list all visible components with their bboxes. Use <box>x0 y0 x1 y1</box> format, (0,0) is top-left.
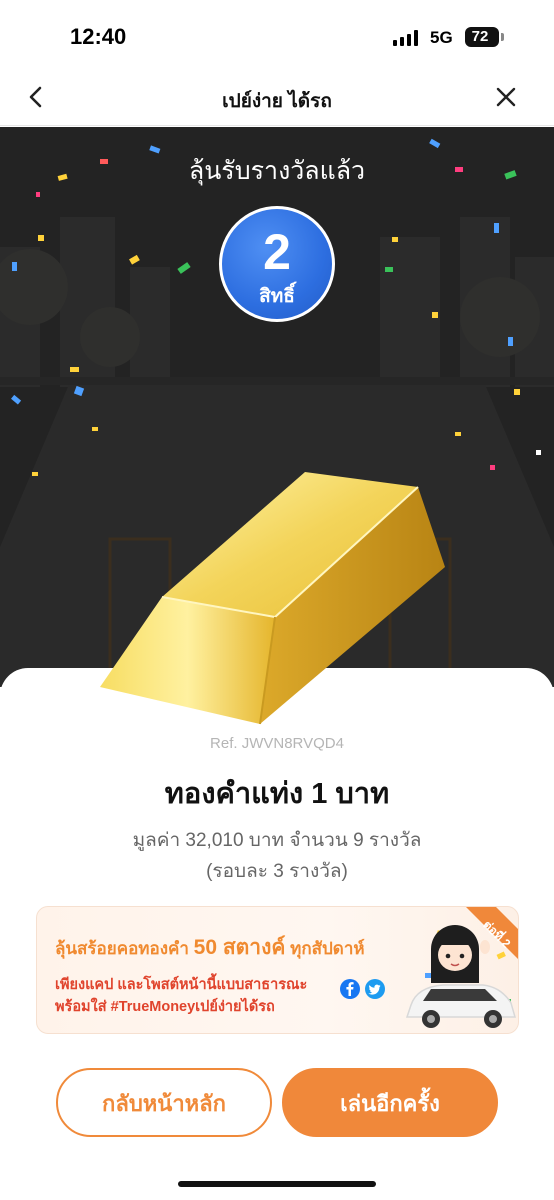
status-time: 12:40 <box>70 24 127 49</box>
close-icon[interactable] <box>493 84 519 110</box>
play-again-button[interactable]: เล่นอีกครั้ง <box>282 1068 498 1137</box>
prize-value: มูลค่า 32,010 บาท จำนวน 9 รางวัล <box>132 830 422 851</box>
prize-rounds: (รอบละ 3 รางวัล) <box>206 861 348 882</box>
battery-level: 72 <box>471 28 489 45</box>
facebook-icon[interactable] <box>340 979 360 999</box>
top-navigation: เปย์ง่าย ได้รถ <box>0 74 554 126</box>
page-title: เปย์ง่าย ได้รถ <box>222 91 332 112</box>
rights-badge: 2 สิทธิ์ <box>219 206 335 322</box>
network-label: 5G <box>430 28 453 47</box>
status-bar: 12:40 5G 72 <box>0 0 554 74</box>
gold-bar-illustration <box>100 472 445 725</box>
promo-title-prefix: ลุ้นสร้อยคอทองคำ <box>55 939 194 958</box>
promo-instruction: เพียงแคป และโพสต์หน้านี้แบบสาธารณะ <box>55 977 308 993</box>
signal-icon <box>393 30 421 46</box>
result-heading: ลุ้นรับรางวัลแล้ว <box>188 157 366 185</box>
back-to-home-button[interactable]: กลับหน้าหลัก <box>56 1068 272 1137</box>
rights-unit: สิทธิ์ <box>259 286 295 307</box>
promo-title-suffix: ทุกสัปดาห์ <box>285 939 365 958</box>
reference-code: Ref. JWVN8RVQD4 <box>210 735 344 752</box>
share-promo-banner[interactable]: ลุ้นสร้อยคอทองคำ 50 สตางค์ ทุกสัปดาห์ เพ… <box>36 906 519 1034</box>
promo-title-highlight: 50 สตางค์ <box>193 936 286 959</box>
promo-hashtag: พร้อมใส่ #TrueMoneyเปย์ง่ายได้รถ <box>55 999 275 1015</box>
promo-title: ลุ้นสร้อยคอทองคำ 50 สตางค์ ทุกสัปดาห์ <box>55 931 365 964</box>
prize-name: ทองคำแท่ง 1 บาท <box>164 778 390 810</box>
rights-count: 2 <box>263 224 291 280</box>
twitter-icon[interactable] <box>365 979 385 999</box>
battery-icon: 72 <box>465 27 499 47</box>
home-indicator <box>178 1181 376 1187</box>
battery-cap <box>501 33 504 41</box>
